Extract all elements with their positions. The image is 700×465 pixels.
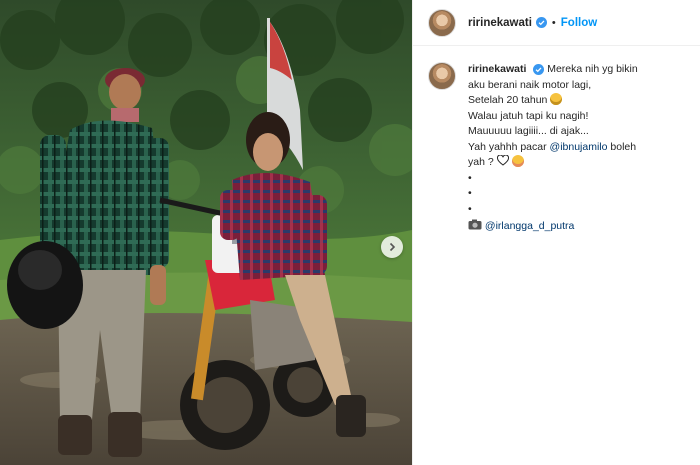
post-sidebar: ririnekawati • Follow ririnekawati Merek… (412, 0, 700, 465)
caption-line-1: ririnekawati Mereka nih yg bikin (468, 62, 693, 78)
avatar[interactable] (428, 8, 456, 37)
verified-badge-icon (533, 63, 545, 75)
instagram-post: ririnekawati • Follow ririnekawati Merek… (0, 0, 700, 465)
caption-text: ririnekawati Mereka nih yg bikin aku ber… (468, 62, 693, 235)
caption-line-7: yah ? (468, 154, 693, 171)
smiling-face-icon (511, 155, 524, 167)
photo-scene (0, 0, 412, 465)
caption-text-line: aku berani naik motor lagi, (468, 78, 592, 91)
photo-credit-mention[interactable]: @irlangga_d_putra (485, 220, 574, 232)
header-separator: • (551, 16, 556, 29)
caption-block: ririnekawati Mereka nih yg bikin aku ber… (413, 46, 700, 235)
caption-text-line: Mauuuuu lagiiii... di ajak... (468, 125, 589, 137)
caption-line-6: Yah yahhh pacar @ibnujamilo boleh (468, 140, 693, 156)
heart-icon (496, 154, 509, 166)
caption-avatar[interactable] (428, 62, 456, 90)
mention-link[interactable]: @ibnujamilo (550, 141, 608, 153)
caption-text-line: Yah yahhh pacar (468, 140, 550, 153)
caption-text-line: • (468, 202, 472, 215)
caption-text-line: • (468, 171, 472, 184)
caption-text-line: yah ? (468, 156, 494, 168)
caption-line-3: Setelah 20 tahun (468, 93, 693, 109)
caption-text-line: Walau jatuh tapi ku nagih! (468, 109, 589, 122)
post-header: ririnekawati • Follow (413, 0, 700, 46)
verified-badge-icon (535, 17, 547, 28)
grinning-face-icon (550, 93, 563, 105)
follow-button[interactable]: Follow (561, 17, 597, 29)
header-username[interactable]: ririnekawati (468, 17, 532, 29)
caption-text-line: Mereka nih yg bikin (547, 63, 638, 75)
next-slide-button[interactable] (381, 236, 403, 258)
caption-text-line: • (468, 187, 472, 199)
photo-credit-line: @irlangga_d_putra (468, 219, 693, 235)
post-photo[interactable] (0, 0, 412, 465)
caption-text-line: Setelah 20 tahun (468, 94, 548, 106)
camera-icon (468, 219, 482, 230)
chevron-right-icon (389, 242, 396, 252)
caption-username[interactable]: ririnekawati (468, 63, 526, 75)
caption-text-suffix: boleh (607, 140, 637, 153)
